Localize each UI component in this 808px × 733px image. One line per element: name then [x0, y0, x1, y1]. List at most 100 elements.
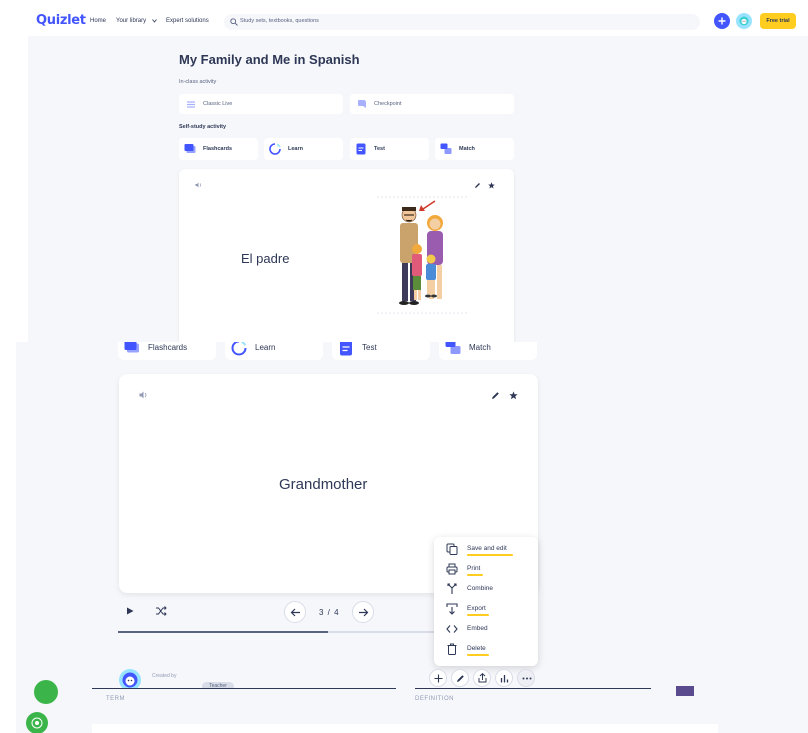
- star-icon[interactable]: [488, 182, 495, 189]
- flashcards-icon: [124, 342, 139, 353]
- in-class-label: In-class activity: [179, 79, 217, 85]
- learn-button-large[interactable]: Learn: [225, 342, 323, 360]
- checkpoint-button[interactable]: Checkpoint: [350, 94, 514, 114]
- layers-icon: [187, 101, 195, 108]
- share-button[interactable]: [473, 669, 491, 687]
- learn-button[interactable]: Learn: [264, 138, 343, 160]
- pencil-icon: [457, 675, 464, 682]
- search-bar[interactable]: Study sets, textbooks, questions: [224, 14, 700, 30]
- match-button[interactable]: Match: [435, 138, 514, 160]
- menu-item-label: Export: [467, 605, 486, 612]
- next-card-button[interactable]: [352, 601, 374, 623]
- add-button[interactable]: [429, 669, 447, 687]
- term-row[interactable]: [92, 724, 718, 733]
- divider-line: [92, 688, 396, 689]
- audio-icon[interactable]: [139, 391, 148, 399]
- plus-icon: [718, 17, 726, 25]
- chevron-down-icon: [152, 19, 157, 23]
- self-study-label: Self-study activity: [179, 124, 227, 130]
- divider-line: [415, 688, 651, 689]
- menu-item-print[interactable]: Print: [434, 559, 538, 579]
- bar-chart-icon: [500, 675, 509, 683]
- arrow-left-icon: [290, 608, 300, 617]
- accessibility-icon: [31, 717, 43, 729]
- help-button[interactable]: [26, 712, 48, 733]
- classic-live-label: Classic Live: [203, 101, 233, 107]
- menu-item-delete[interactable]: Delete: [434, 639, 538, 659]
- menu-item-label: Combine: [467, 585, 494, 592]
- term-text: Grandmother: [279, 476, 368, 493]
- arrow-right-icon: [359, 608, 369, 617]
- top-nav: Quizlet Home Your library Expert solutio…: [28, 8, 808, 36]
- classic-live-button[interactable]: Classic Live: [179, 94, 343, 114]
- help-bubble[interactable]: [34, 680, 58, 704]
- code-icon: [446, 625, 458, 633]
- checkpoint-icon: [358, 100, 366, 108]
- edit-icon[interactable]: [474, 182, 481, 189]
- learn-icon: [231, 342, 247, 356]
- menu-item-label: Save and edit: [467, 545, 507, 552]
- avatar-icon: [739, 16, 749, 26]
- test-label: Test: [374, 146, 385, 152]
- menu-item-export[interactable]: Export: [434, 599, 538, 619]
- image-thumbnail: [676, 686, 694, 696]
- stats-button[interactable]: [495, 669, 513, 687]
- bottom-screenshot: Flashcards Learn Test Match Grandmother …: [16, 342, 808, 733]
- created-by-label: Created by: [152, 673, 177, 679]
- nav-library-link[interactable]: Your library: [116, 18, 146, 24]
- flashcard-top[interactable]: El padre: [179, 169, 514, 342]
- progress-fill: [118, 631, 328, 633]
- edit-icon[interactable]: [491, 391, 500, 400]
- test-icon: [340, 342, 352, 356]
- flashcards-label: Flashcards: [148, 343, 188, 352]
- edit-set-button[interactable]: [451, 669, 469, 687]
- test-button[interactable]: Test: [350, 138, 429, 160]
- menu-item-save-and-edit[interactable]: Save and edit: [434, 539, 538, 559]
- definition-column-header: DEFINITION: [415, 696, 454, 702]
- star-icon[interactable]: [509, 391, 518, 400]
- match-button-large[interactable]: Match: [439, 342, 537, 360]
- export-icon: [446, 603, 458, 615]
- copy-icon: [446, 543, 458, 555]
- play-icon[interactable]: [125, 606, 135, 616]
- nav-expert-link[interactable]: Expert solutions: [166, 18, 209, 24]
- progress-track: [118, 631, 436, 633]
- quizlet-logo[interactable]: Quizlet: [36, 13, 86, 28]
- menu-item-label: Embed: [467, 625, 488, 632]
- menu-item-label: Print: [467, 565, 481, 572]
- flashcards-button[interactable]: Flashcards: [179, 138, 258, 160]
- learn-label: Learn: [288, 146, 303, 152]
- ellipsis-icon: [522, 677, 532, 680]
- flashcards-icon: [184, 144, 196, 153]
- menu-item-label: Delete: [467, 645, 486, 652]
- avatar-icon: [122, 672, 138, 688]
- search-icon: [230, 18, 238, 26]
- highlight-underline: [467, 654, 489, 656]
- nav-home-link[interactable]: Home: [90, 18, 106, 24]
- flashcards-label: Flashcards: [203, 146, 233, 152]
- shuffle-icon[interactable]: [155, 605, 167, 617]
- checkpoint-label: Checkpoint: [374, 101, 402, 107]
- learn-label: Learn: [255, 343, 276, 352]
- flashcards-button-large[interactable]: Flashcards: [118, 342, 216, 360]
- match-icon: [445, 342, 461, 354]
- family-illustration: [377, 196, 469, 314]
- menu-item-embed[interactable]: Embed: [434, 619, 538, 639]
- menu-item-combine[interactable]: Combine: [434, 579, 538, 599]
- merge-icon: [447, 583, 457, 594]
- plus-icon: [434, 674, 443, 683]
- match-label: Match: [459, 146, 475, 152]
- highlight-underline: [467, 574, 483, 576]
- more-options-button[interactable]: [517, 669, 535, 687]
- share-icon: [478, 673, 487, 683]
- match-icon: [440, 143, 452, 154]
- set-title: My Family and Me in Spanish: [179, 52, 360, 67]
- avatar[interactable]: [736, 13, 752, 29]
- more-options-menu: Save and edit Print Combine Export Embed: [434, 537, 538, 666]
- test-button-large[interactable]: Test: [332, 342, 430, 360]
- create-button[interactable]: [714, 13, 730, 29]
- term-column-header: TERM: [106, 696, 125, 702]
- audio-icon[interactable]: [195, 182, 202, 188]
- previous-card-button[interactable]: [284, 601, 306, 623]
- free-trial-button[interactable]: Free trial: [760, 13, 796, 29]
